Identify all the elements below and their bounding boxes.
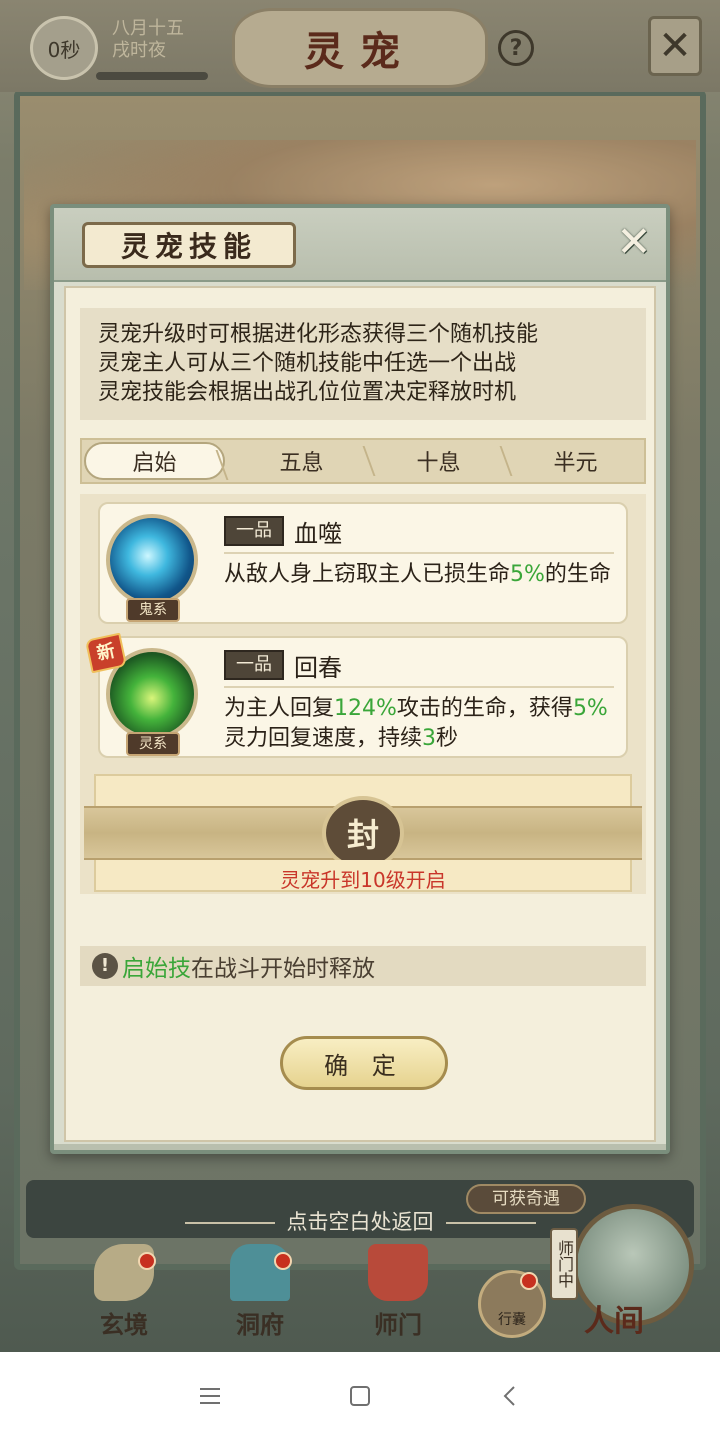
skill-description: 从敌人身上窃取主人已损生命5%的生命 [224, 562, 611, 587]
notification-dot [138, 1252, 156, 1270]
time-progress-bar [96, 72, 208, 80]
game-date: 八月十五 戌时夜 [112, 18, 184, 62]
page-title: 灵宠 [232, 8, 488, 88]
notification-dot [274, 1252, 292, 1270]
skill-description: 为主人回复124%攻击的生命，获得5%灵力回复速度，持续3秒 [224, 696, 608, 751]
fortune-tag[interactable]: 可获奇遇 [466, 1184, 586, 1214]
home-icon[interactable] [338, 1374, 382, 1418]
tab-banyuan[interactable]: 半元 [507, 440, 644, 482]
dialog-header: 灵宠技能 ✕ [54, 208, 666, 282]
locked-skill-slot: 封 灵宠升到10级开启 [84, 774, 642, 896]
skill-icon [106, 514, 198, 606]
banner-icon [368, 1244, 428, 1301]
element-tag: 鬼系 [126, 598, 180, 622]
dialog-body: 灵宠升级时可根据进化形态获得三个随机技能 灵宠主人可从三个随机技能中任选一个出战… [64, 286, 656, 1142]
sect-status-tag: 师门中 [550, 1228, 578, 1300]
intro-line: 灵宠主人可从三个随机技能中任选一个出战 [98, 351, 517, 376]
system-nav-bar [0, 1352, 720, 1440]
close-icon[interactable]: ✕ [648, 16, 702, 76]
skill-name: 血噬 [294, 520, 342, 548]
unlock-requirement: 灵宠升到10级开启 [280, 868, 446, 892]
pet-skill-dialog: 灵宠技能 ✕ 灵宠升级时可根据进化形态获得三个随机技能 灵宠主人可从三个随机技能… [50, 204, 670, 1154]
note-text: 在战斗开始时释放 [191, 956, 375, 982]
divider [224, 552, 614, 554]
nav-item-xuanjing[interactable]: 玄境 [74, 1244, 174, 1340]
timer: 0秒 [30, 16, 98, 80]
dialog-close-icon[interactable]: ✕ [612, 220, 656, 264]
date-time: 戌时夜 [112, 40, 166, 61]
note-highlight: 启始技 [122, 956, 191, 982]
timing-note: ! 启始技 在战斗开始时释放 [80, 946, 646, 986]
intro-line: 灵宠升级时可根据进化形态获得三个随机技能 [98, 322, 539, 347]
tab-wuxi[interactable]: 五息 [233, 440, 370, 482]
tab-qishi[interactable]: 启始 [84, 442, 225, 480]
nav-label: 玄境 [100, 1310, 148, 1339]
nav-item-dongfu[interactable]: 洞府 [210, 1244, 310, 1340]
divider [224, 686, 614, 688]
dialog-footer [54, 1144, 666, 1150]
skill-name: 回春 [294, 654, 342, 682]
confirm-button[interactable]: 确 定 [280, 1036, 448, 1090]
seal-icon: 封 [322, 796, 404, 870]
intro-line: 灵宠技能会根据出战孔位位置决定释放时机 [98, 380, 517, 405]
skill-list: 鬼系 一品 血噬 从敌人身上窃取主人已损生命5%的生命 灵系 新 一品 回春 为… [80, 494, 646, 894]
menu-icon[interactable] [188, 1374, 232, 1418]
grade-badge: 一品 [224, 650, 284, 680]
info-icon: ! [92, 953, 118, 979]
help-icon[interactable]: ? [498, 30, 534, 66]
top-bar: 0秒 八月十五 戌时夜 灵宠 ? ✕ [0, 0, 720, 92]
nav-label: 洞府 [236, 1310, 284, 1339]
skill-card-xueshi[interactable]: 鬼系 一品 血噬 从敌人身上窃取主人已损生命5%的生命 [98, 502, 628, 624]
tab-shixi[interactable]: 十息 [370, 440, 507, 482]
date-day: 八月十五 [112, 18, 184, 39]
world-label: 人间 [584, 1304, 644, 1339]
intro-text: 灵宠升级时可根据进化形态获得三个随机技能 灵宠主人可从三个随机技能中任选一个出战… [80, 308, 646, 420]
timing-tabs: 启始 五息 十息 半元 [80, 438, 646, 484]
skill-card-huichun[interactable]: 灵系 新 一品 回春 为主人回复124%攻击的生命，获得5%灵力回复速度，持续3… [84, 632, 628, 758]
nav-label: 师门 [374, 1310, 422, 1339]
notification-dot [520, 1272, 538, 1290]
bag-label: 行囊 [498, 1312, 526, 1328]
grade-badge: 一品 [224, 516, 284, 546]
dialog-title: 灵宠技能 [82, 222, 296, 268]
back-icon[interactable] [488, 1374, 532, 1418]
nav-item-shimen[interactable]: 师门 [348, 1244, 448, 1340]
element-tag: 灵系 [126, 732, 180, 756]
